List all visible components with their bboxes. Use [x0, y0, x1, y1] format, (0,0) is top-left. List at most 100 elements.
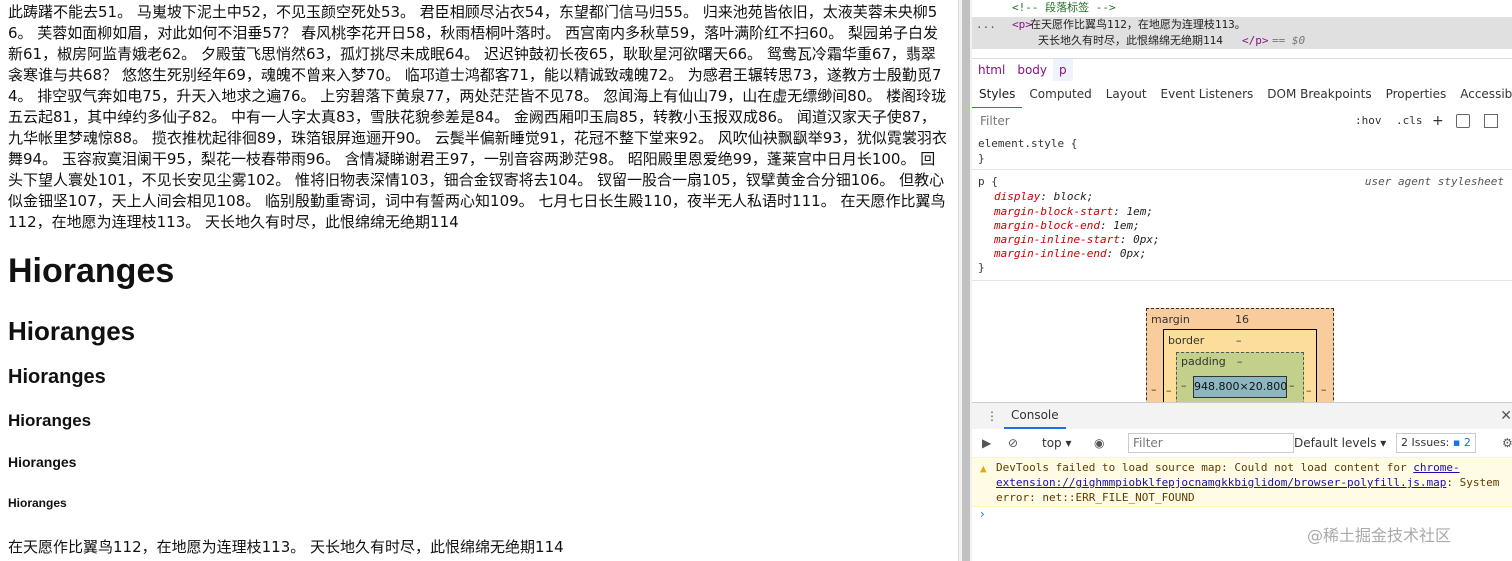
- decl-prop: margin-block-start: [994, 205, 1114, 218]
- rule-divider-2: [972, 280, 1512, 281]
- decl-prop: display: [994, 190, 1041, 203]
- context-label: top: [1042, 436, 1062, 450]
- styles-filter-input[interactable]: Filter: [980, 108, 1010, 134]
- margin-left-value[interactable]: –: [1151, 383, 1157, 396]
- clear-console-icon[interactable]: ⊘: [1008, 429, 1018, 457]
- issues-badge: ▪ 2: [1452, 436, 1471, 449]
- console-warning: ▲ DevTools failed to load source map: Co…: [972, 457, 1512, 507]
- paint-icon[interactable]: [1456, 114, 1470, 128]
- heading-1: Hioranges: [8, 252, 175, 290]
- border-value[interactable]: –: [1236, 334, 1242, 347]
- sidebar-icon[interactable]: ▶: [982, 429, 991, 457]
- tab-dom-breakpoints[interactable]: DOM Breakpoints: [1260, 82, 1378, 107]
- tab-styles[interactable]: Styles: [972, 82, 1023, 108]
- page-scrollbar[interactable]: [958, 0, 973, 561]
- scrollbar-thumb[interactable]: [962, 0, 970, 561]
- heading-2: Hioranges: [8, 316, 136, 346]
- decl-margin-block-end: margin-block-end: 1em;: [994, 219, 1140, 232]
- box-model-content[interactable]: 948.800×20.800: [1193, 376, 1287, 398]
- tab-event-listeners[interactable]: Event Listeners: [1154, 82, 1261, 107]
- box-model-padding[interactable]: padding – – – 948.800×20.800: [1176, 352, 1304, 402]
- cls-toggle[interactable]: .cls: [1396, 108, 1423, 134]
- levels-label: Default levels: [1294, 436, 1377, 450]
- padding-label: padding: [1181, 355, 1226, 368]
- console-filter-input[interactable]: Filter: [1128, 433, 1294, 453]
- dom-comment: <!-- 段落标签 -->: [1012, 1, 1116, 14]
- breadcrumb-p[interactable]: p: [1053, 59, 1073, 81]
- dom-ellipsis[interactable]: ...: [976, 17, 996, 33]
- issues-count: 2: [1463, 436, 1471, 449]
- dom-comment-line[interactable]: <!-- 段落标签 -->: [972, 0, 1512, 16]
- dom-selected-line-2[interactable]: 天长地久有时尽，此恨绵绵无绝期114 </p> == $0: [972, 33, 1512, 49]
- page-viewport: 此踌躇不能去51。 马嵬坡下泥土中52，不见玉颜空死处53。 君臣相顾尽沾衣54…: [0, 0, 958, 561]
- heading-3: Hioranges: [8, 366, 106, 388]
- dom-text-line2: 天长地久有时尽，此恨绵绵无绝期114: [1038, 34, 1223, 47]
- warning-text: DevTools failed to load source map: Coul…: [996, 460, 1506, 505]
- rule-close: }: [978, 261, 985, 274]
- tab-layout[interactable]: Layout: [1099, 82, 1154, 107]
- user-agent-label: user agent stylesheet: [1364, 175, 1504, 188]
- tab-properties[interactable]: Properties: [1379, 82, 1454, 107]
- eye-icon[interactable]: ◉: [1094, 429, 1104, 457]
- styles-pane: element.style { } p { user agent stylesh…: [972, 134, 1512, 284]
- styles-filter-bar: Filter :hov .cls +: [972, 108, 1512, 135]
- box-model-margin[interactable]: margin 16 – border – – padding – – – 948…: [1146, 308, 1334, 402]
- decl-margin-inline-end: margin-inline-end: 0px;: [994, 247, 1147, 260]
- gear-icon[interactable]: ⚙: [1502, 429, 1512, 457]
- elements-tree: <!-- 段落标签 --> ... <p> 在天愿作比翼鸟112，在地愿为连理枝…: [972, 0, 1512, 58]
- dom-open-tag: <p>: [1012, 18, 1032, 31]
- margin-label: margin: [1151, 313, 1190, 326]
- padding-right-value[interactable]: –: [1289, 379, 1295, 392]
- sidebar-toggle-icon[interactable]: [1484, 114, 1498, 128]
- sidebar-tabs: Styles Computed Layout Event Listeners DOM B…: [972, 82, 1512, 109]
- box-model: margin 16 – border – – padding – – – 948…: [972, 284, 1512, 402]
- dom-close-tag: </p>: [1242, 34, 1269, 47]
- devtools-panel: <!-- 段落标签 --> ... <p> 在天愿作比翼鸟112，在地愿为连理枝…: [972, 0, 1512, 561]
- kebab-menu-icon[interactable]: ⋮: [986, 403, 998, 429]
- hov-toggle[interactable]: :hov: [1355, 108, 1382, 134]
- heading-4: Hioranges: [8, 411, 92, 430]
- decl-prop: margin-block-end: [994, 219, 1100, 232]
- console-toolbar: ▶ ⊘ top ▾ ◉ Filter Default levels ▾ 2 Is…: [972, 429, 1512, 458]
- new-rule-button[interactable]: +: [1432, 108, 1444, 134]
- margin-value[interactable]: 16: [1235, 313, 1249, 326]
- decl-val: 1em;: [1126, 205, 1153, 218]
- decl-prop: margin-inline-start: [994, 233, 1120, 246]
- rule-divider: [972, 169, 1512, 170]
- drawer-header: ⋮ Console ✕: [972, 402, 1512, 430]
- last-paragraph: 在天愿作比翼鸟112，在地愿为连理枝113。 天长地久有时尽，此恨绵绵无绝期11…: [8, 538, 564, 556]
- decl-prop: margin-inline-end: [994, 247, 1107, 260]
- element-style-selector[interactable]: element.style {: [978, 137, 1077, 151]
- tab-computed[interactable]: Computed: [1022, 82, 1098, 107]
- poem-paragraph: 此踌躇不能去51。 马嵬坡下泥土中52，不见玉颜空死处53。 君臣相顾尽沾衣54…: [8, 3, 947, 231]
- dom-selected-line[interactable]: ... <p> 在天愿作比翼鸟112，在地愿为连理枝113。: [972, 17, 1512, 33]
- dom-text-line1: 在天愿作比翼鸟112，在地愿为连理枝113。: [1030, 18, 1246, 31]
- box-model-border[interactable]: border – – padding – – – 948.800×20.800 …: [1163, 329, 1317, 402]
- border-right-value[interactable]: –: [1306, 384, 1312, 397]
- watermark: @稀土掘金技术社区: [1307, 526, 1452, 545]
- tab-accessibility[interactable]: Accessibility: [1453, 82, 1512, 107]
- warning-icon: ▲: [980, 462, 987, 475]
- padding-left-value[interactable]: –: [1181, 379, 1187, 392]
- breadcrumb-html[interactable]: html: [972, 59, 1011, 81]
- issues-label: 2 Issues:: [1401, 436, 1450, 449]
- padding-value[interactable]: –: [1237, 355, 1243, 368]
- console-prompt[interactable]: ›: [980, 507, 985, 521]
- decl-display: display: block;: [994, 190, 1094, 203]
- issues-button[interactable]: 2 Issues: ▪ 2: [1396, 433, 1476, 453]
- breadcrumb: html body p: [972, 58, 1512, 84]
- border-left-value[interactable]: –: [1166, 384, 1172, 397]
- tab-console[interactable]: Console: [1004, 403, 1066, 429]
- log-levels-dropdown[interactable]: Default levels ▾: [1294, 429, 1386, 457]
- rule-selector: p {: [978, 175, 998, 188]
- decl-margin-block-start: margin-block-start: 1em;: [994, 205, 1153, 218]
- decl-val: block;: [1053, 190, 1094, 203]
- margin-right-value[interactable]: –: [1321, 383, 1327, 396]
- border-label: border: [1168, 334, 1205, 347]
- warning-message: DevTools failed to load source map: Coul…: [996, 461, 1414, 474]
- dom-eq-ref: == $0: [1272, 34, 1306, 47]
- context-selector[interactable]: top ▾: [1042, 429, 1072, 457]
- heading-5: Hioranges: [8, 454, 77, 470]
- close-drawer-icon[interactable]: ✕: [1500, 403, 1512, 429]
- breadcrumb-body[interactable]: body: [1011, 59, 1053, 81]
